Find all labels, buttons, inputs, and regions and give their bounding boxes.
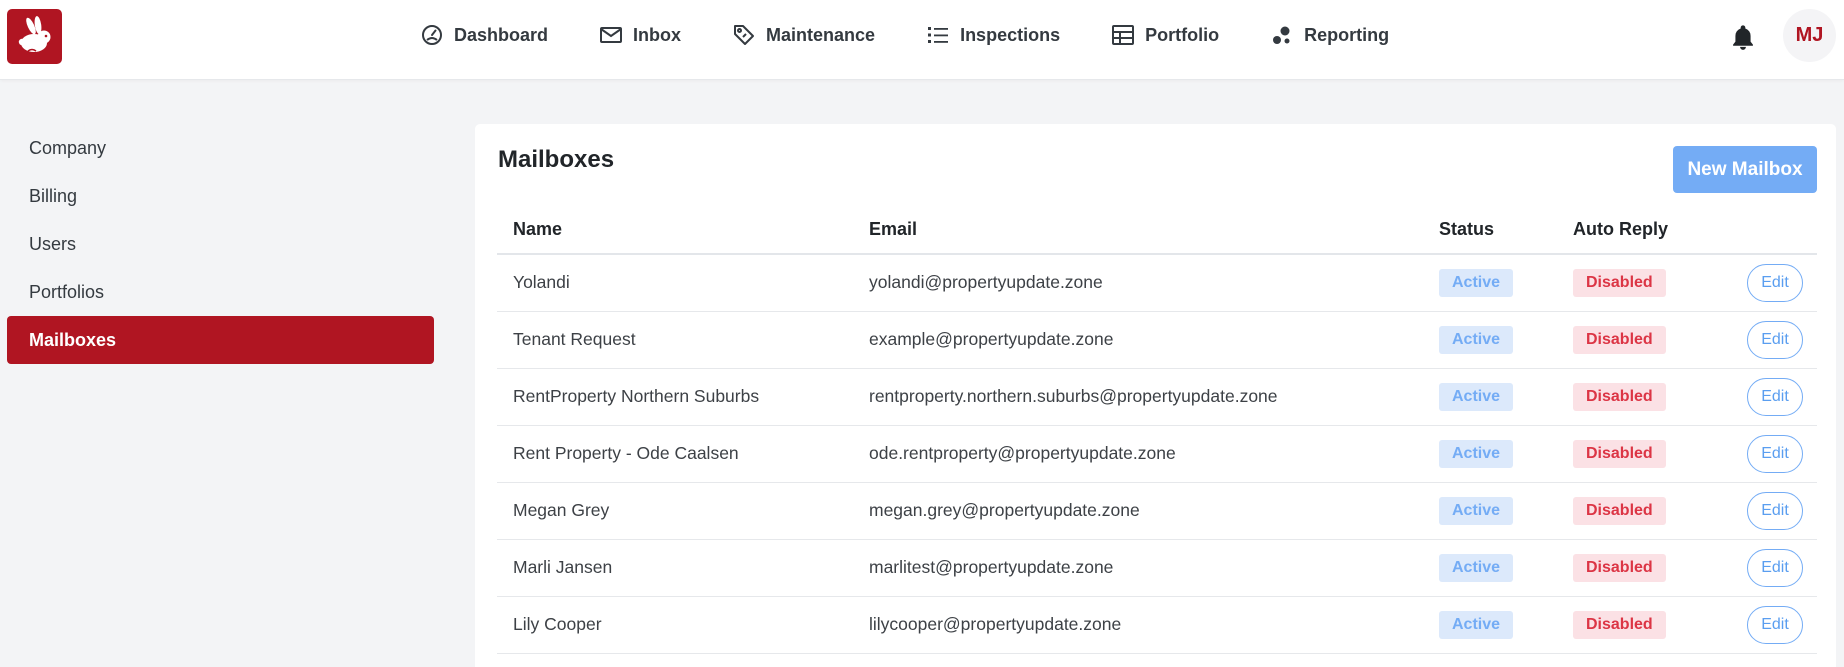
column-header-actions [1737, 206, 1817, 255]
edit-button[interactable]: Edit [1747, 605, 1803, 644]
table-row[interactable]: Yolandi yolandi@propertyupdate.zone Acti… [497, 254, 1817, 312]
auto-reply-badge: Disabled [1573, 610, 1666, 639]
status-badge: Active [1439, 439, 1514, 468]
nav-inspections-label: Inspections [960, 24, 1061, 45]
nav-inbox[interactable]: Inbox [599, 23, 681, 47]
rabbit-icon [18, 15, 50, 52]
auto-reply-badge: Disabled [1573, 325, 1666, 354]
mailbox-email: yolandi@propertyupdate.zone [853, 254, 1423, 312]
mailbox-email: example@propertyupdate.zone [853, 311, 1423, 369]
bubbles-icon [1270, 23, 1294, 47]
settings-sidebar: Company Billing Users Portfolios Mailbox… [7, 124, 434, 364]
status-badge: Active [1439, 610, 1514, 639]
tag-icon [732, 23, 756, 47]
nav-portfolio-label: Portfolio [1145, 24, 1220, 45]
nav-maintenance[interactable]: Maintenance [732, 23, 875, 47]
mailbox-name: Tenant Request [497, 311, 853, 369]
table-row[interactable]: Rent Property - Ode Caalsen ode.rentprop… [497, 425, 1817, 483]
mailbox-name: Yolandi [497, 254, 853, 312]
mailbox-name: Rent Property - Ode Caalsen [497, 425, 853, 483]
nav-inbox-label: Inbox [633, 24, 682, 45]
mailbox-email: lilycooper@propertyupdate.zone [853, 596, 1423, 654]
dashboard-gauge-icon [420, 23, 444, 47]
edit-button[interactable]: Edit [1747, 548, 1803, 587]
page-title: Mailboxes [498, 146, 615, 173]
user-avatar[interactable]: MJ [1783, 9, 1836, 62]
edit-button[interactable]: Edit [1747, 491, 1803, 530]
auto-reply-badge: Disabled [1573, 382, 1666, 411]
top-navbar: Dashboard Inbox Maintenance Inspections … [0, 0, 1844, 80]
nav-maintenance-label: Maintenance [766, 24, 876, 45]
mailboxes-table: Name Email Status Auto Reply Yolandi yol… [497, 206, 1817, 654]
nav-dashboard[interactable]: Dashboard [420, 23, 548, 47]
mailbox-name: Marli Jansen [497, 539, 853, 597]
sidebar-item-company[interactable]: Company [7, 124, 434, 172]
auto-reply-badge: Disabled [1573, 439, 1666, 468]
nav-portfolio[interactable]: Portfolio [1111, 23, 1219, 47]
table-row[interactable]: RentProperty Northern Suburbs rentproper… [497, 368, 1817, 426]
column-header-name[interactable]: Name [497, 206, 853, 255]
nav-dashboard-label: Dashboard [454, 24, 549, 45]
sidebar-item-portfolios[interactable]: Portfolios [7, 268, 434, 316]
main-nav: Dashboard Inbox Maintenance Inspections … [420, 0, 1389, 70]
column-header-auto-reply[interactable]: Auto Reply [1557, 206, 1737, 255]
auto-reply-badge: Disabled [1573, 268, 1666, 297]
status-badge: Active [1439, 325, 1514, 354]
mailbox-name: RentProperty Northern Suburbs [497, 368, 853, 426]
mailboxes-panel: Mailboxes New Mailbox Name Email Status … [475, 124, 1836, 667]
rabbit-logo[interactable] [7, 9, 62, 64]
notifications-bell-icon[interactable] [1729, 23, 1757, 51]
nav-inspections[interactable]: Inspections [926, 23, 1060, 47]
nav-reporting[interactable]: Reporting [1270, 23, 1389, 47]
mailbox-name: Megan Grey [497, 482, 853, 540]
mailbox-name: Lily Cooper [497, 596, 853, 654]
column-header-email[interactable]: Email [853, 206, 1423, 255]
sidebar-item-users[interactable]: Users [7, 220, 434, 268]
auto-reply-badge: Disabled [1573, 496, 1666, 525]
new-mailbox-button[interactable]: New Mailbox [1673, 146, 1817, 193]
mailbox-email: rentproperty.northern.suburbs@propertyup… [853, 368, 1423, 426]
table-header-row: Name Email Status Auto Reply [497, 206, 1817, 255]
edit-button[interactable]: Edit [1747, 320, 1803, 359]
edit-button[interactable]: Edit [1747, 434, 1803, 473]
status-badge: Active [1439, 553, 1514, 582]
table-row[interactable]: Tenant Request example@propertyupdate.zo… [497, 311, 1817, 369]
table-row[interactable]: Lily Cooper lilycooper@propertyupdate.zo… [497, 596, 1817, 654]
list-icon [926, 23, 950, 47]
table-grid-icon [1111, 23, 1135, 47]
mailbox-email: marlitest@propertyupdate.zone [853, 539, 1423, 597]
table-row[interactable]: Megan Grey megan.grey@propertyupdate.zon… [497, 482, 1817, 540]
mailbox-email: ode.rentproperty@propertyupdate.zone [853, 425, 1423, 483]
sidebar-item-billing[interactable]: Billing [7, 172, 434, 220]
edit-button[interactable]: Edit [1747, 263, 1803, 302]
mailbox-email: megan.grey@propertyupdate.zone [853, 482, 1423, 540]
edit-button[interactable]: Edit [1747, 377, 1803, 416]
status-badge: Active [1439, 496, 1514, 525]
sidebar-item-mailboxes[interactable]: Mailboxes [7, 316, 434, 364]
table-row[interactable]: Marli Jansen marlitest@propertyupdate.zo… [497, 539, 1817, 597]
status-badge: Active [1439, 268, 1514, 297]
column-header-status[interactable]: Status [1423, 206, 1557, 255]
nav-reporting-label: Reporting [1304, 24, 1390, 45]
auto-reply-badge: Disabled [1573, 553, 1666, 582]
envelope-icon [599, 23, 623, 47]
status-badge: Active [1439, 382, 1514, 411]
